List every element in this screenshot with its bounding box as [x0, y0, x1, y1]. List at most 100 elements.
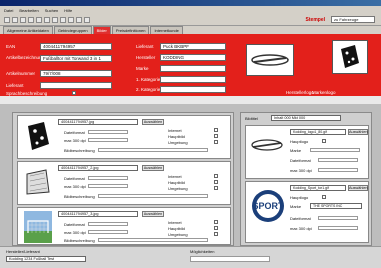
image-1-internet-checkbox[interactable]: [214, 128, 218, 132]
image-2-description-field[interactable]: [98, 194, 208, 198]
logo-item-1-filename[interactable]: Kodding_logo1_80.gif: [290, 129, 346, 135]
last-record-icon[interactable]: [60, 16, 66, 23]
image-3-filename[interactable]: 4004411794957_3.jpg: [58, 211, 138, 217]
logo-item-2-main-checkbox[interactable]: [322, 195, 326, 199]
right-lieferant-field[interactable]: Puck BKBPF: [160, 43, 226, 50]
logo-item-2-dpi-field[interactable]: [318, 226, 358, 230]
logo-item-2-image[interactable]: SPORT: [250, 188, 286, 224]
logo-item-1-image[interactable]: [250, 134, 284, 160]
image-2-filename[interactable]: 4004411794957_2.jpg: [58, 165, 138, 171]
image-3-internet-checkbox[interactable]: [214, 220, 218, 224]
artikelbezeichnung-label: Artikelbezeichnung: [6, 55, 45, 60]
logo-item-2-row-label: Hauptlogo: [290, 195, 309, 200]
image-1-row-label: max 300 dpi: [64, 138, 86, 143]
bottom-left-field[interactable]: Kodding 1234 Fußball Test: [6, 256, 86, 262]
image-1-filename[interactable]: 4004411794957.jpg: [58, 119, 138, 125]
logo-item-2: SPORT Kodding_Sport_tor1.gif Auswählen H…: [245, 181, 369, 243]
image-1-format-field[interactable]: [88, 130, 128, 134]
lieferant-label: Lieferant: [6, 83, 24, 88]
new-icon[interactable]: [4, 16, 10, 23]
logo-item-1-select-button[interactable]: Auswählen: [348, 129, 368, 135]
brand-logo-image[interactable]: [332, 40, 368, 74]
prev-record-icon[interactable]: [44, 16, 50, 23]
menu-item-bearbeiten[interactable]: Bearbeiten: [19, 8, 38, 13]
image-1-main-checkbox[interactable]: [214, 134, 218, 138]
kodding-logo-icon: [251, 54, 289, 66]
image-1-dpi-field[interactable]: [88, 138, 128, 142]
search-icon[interactable]: [76, 16, 82, 23]
image-3-dpi-field[interactable]: [88, 230, 128, 234]
logo-item-2-row-label: Marke: [290, 204, 302, 209]
tab-gebindegruppen[interactable]: Gebindegruppen: [53, 26, 92, 34]
tab-allgemeine-artikeldaten[interactable]: Allgemeine Artikeldaten: [3, 26, 53, 34]
dice-icon: [341, 45, 359, 68]
image-1-description-field[interactable]: [98, 148, 208, 152]
logo-panel-select[interactable]: Inhalt 000 Mkt 000: [271, 115, 341, 121]
bottom-right-field[interactable]: [190, 256, 270, 262]
image-2-select-button[interactable]: Auswählen: [142, 165, 164, 171]
print-icon[interactable]: [28, 16, 34, 23]
product-image-3[interactable]: [24, 211, 52, 243]
image-2-row-label: max 300 dpi: [64, 184, 86, 189]
image-2-flag-label: Internet: [168, 174, 182, 179]
ean-field[interactable]: 4004411794957: [40, 43, 112, 50]
image-2-main-checkbox[interactable]: [214, 180, 218, 184]
next-record-icon[interactable]: [52, 16, 58, 23]
kategorie1-field[interactable]: [160, 76, 226, 83]
image-1-flag-label: Hauptbild: [168, 134, 185, 139]
menu-item-hilfe[interactable]: Hilfe: [64, 8, 72, 13]
image-3-env-checkbox[interactable]: [214, 232, 218, 236]
image-1-env-checkbox[interactable]: [214, 140, 218, 144]
manufacturer-logo-image[interactable]: [246, 44, 294, 76]
marke-field[interactable]: [160, 65, 226, 72]
logo-item-1-row-label: max 300 dpi: [290, 168, 312, 173]
tab-internetkunde[interactable]: Internetkunde: [150, 26, 183, 34]
help-icon[interactable]: [84, 16, 90, 23]
menu-item-suchen[interactable]: Suchen: [45, 8, 59, 13]
logo-item-1-format-field[interactable]: [318, 158, 358, 162]
toolbar-right: Stempel zu Fahrzeuge: [306, 16, 375, 23]
vehicle-select[interactable]: zu Fahrzeuge: [331, 16, 375, 23]
menu-item-datei[interactable]: Datei: [4, 8, 13, 13]
logo-item-2-select-button[interactable]: Auswählen: [348, 185, 368, 191]
image-3-description-field[interactable]: [98, 238, 208, 242]
delete-icon[interactable]: [68, 16, 74, 23]
image-3-flag-label: Umgebung: [168, 232, 188, 237]
image-2-format-field[interactable]: [88, 176, 128, 180]
kategorie2-field[interactable]: [160, 86, 226, 93]
logo-item-1-row-label: Dateiformat: [290, 158, 311, 163]
product-image-2[interactable]: [24, 166, 52, 200]
image-3-main-checkbox[interactable]: [214, 226, 218, 230]
logo-item-1-dpi-field[interactable]: [318, 168, 358, 172]
image-panel-3: 4004411794957_3.jpg Auswählen Dateiforma…: [17, 207, 231, 245]
image-1-row-label: Dateiformat: [64, 130, 85, 135]
tab-preisdefinitionen[interactable]: Preisdefinitionen: [111, 26, 150, 34]
lieferant-field[interactable]: [40, 82, 112, 89]
logo-item-1-main-checkbox[interactable]: [322, 139, 326, 143]
artikelnummer-label: Artikelnummer: [6, 71, 36, 76]
image-2-env-checkbox[interactable]: [214, 186, 218, 190]
tab-bilder[interactable]: Bilder: [92, 26, 111, 34]
logo-item-1-brand-field[interactable]: [310, 148, 360, 152]
hersteller-field[interactable]: KODDING: [160, 54, 226, 61]
product-image-1[interactable]: [24, 120, 52, 154]
logo-item-2-format-field[interactable]: [318, 216, 358, 220]
open-icon[interactable]: [12, 16, 18, 23]
application-window: Datei Bearbeiten Suchen Hilfe Stempel zu…: [0, 0, 381, 268]
image-3-format-field[interactable]: [88, 222, 128, 226]
logo-item-2-filename[interactable]: Kodding_Sport_tor1.gif: [290, 185, 346, 191]
menu-bar: Datei Bearbeiten Suchen Hilfe: [0, 6, 381, 14]
herstellerlogo-label: Herstellerlogo: [286, 90, 314, 95]
artikelbezeichnung-field[interactable]: Fußballtor mit Torwand 3 in 1: [40, 55, 112, 62]
first-record-icon[interactable]: [36, 16, 42, 23]
image-panel-1: 4004411794957.jpg Auswählen Dateiformat …: [17, 115, 231, 159]
logo-item-2-brand-field[interactable]: THE SPORTS INC: [310, 203, 362, 209]
image-2-dpi-field[interactable]: [88, 184, 128, 188]
save-icon[interactable]: [20, 16, 26, 23]
image-2-internet-checkbox[interactable]: [214, 174, 218, 178]
sprachbeschreibung-checkbox[interactable]: [72, 91, 76, 95]
image-3-select-button[interactable]: Auswählen: [142, 211, 164, 217]
image-1-select-button[interactable]: Auswählen: [142, 119, 164, 125]
kategorie2-label: 2. Kategorie: [136, 87, 161, 92]
artikelnummer-field[interactable]: 79/7/008: [40, 70, 112, 77]
